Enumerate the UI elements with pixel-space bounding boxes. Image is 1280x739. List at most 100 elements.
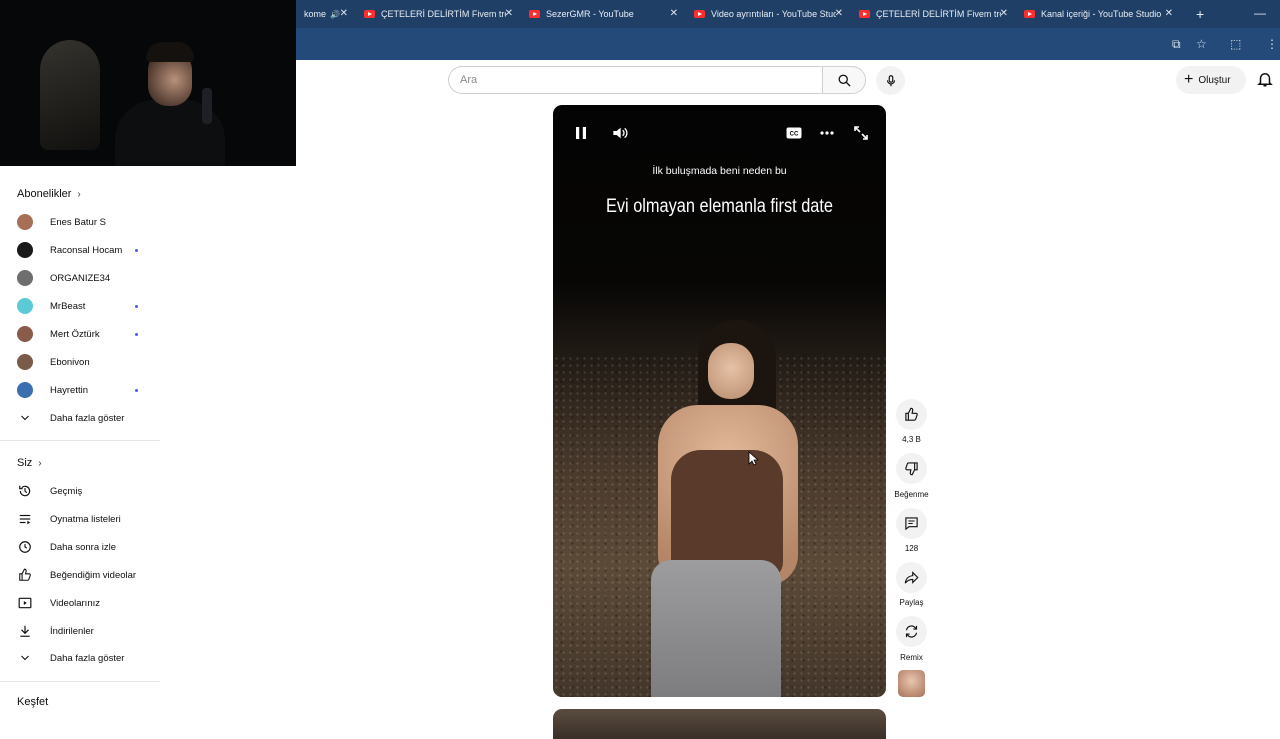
remix-label: Remix (900, 653, 923, 662)
browser-tab[interactable]: ÇETELERİ DELİRTİM Fivem troll...✕ (851, 0, 1016, 28)
browser-tab[interactable]: Kanal içeriği - YouTube Studio ✕ (1016, 0, 1181, 28)
explore-title: Keşfet (17, 696, 49, 708)
youtube-favicon-icon (364, 10, 375, 18)
browser-tab-title: kome (304, 9, 327, 19)
youtube-favicon-icon (859, 10, 870, 18)
show-more-subscriptions[interactable]: Daha fazla göster (0, 407, 160, 429)
avatar (17, 242, 33, 258)
pause-button[interactable] (573, 125, 589, 141)
sidebar-item[interactable]: Beğendiğim videolar (0, 564, 160, 586)
download-icon (17, 623, 33, 639)
close-tab-icon[interactable]: ✕ (670, 8, 678, 19)
subscription-item[interactable]: Mert Öztürk (0, 323, 160, 345)
video-caption-small: İlk buluşmada beni neden bu (652, 165, 787, 177)
subscription-item[interactable]: MrBeast (0, 295, 160, 317)
avatar (17, 270, 33, 286)
close-tab-icon[interactable]: ✕ (1000, 8, 1008, 19)
volume-icon (613, 127, 628, 139)
close-tab-icon[interactable]: ✕ (340, 8, 348, 19)
sidebar-item[interactable]: Daha sonra izle (0, 536, 160, 558)
subscription-item[interactable]: Enes Batur S (0, 211, 160, 233)
dislike-button[interactable] (896, 453, 927, 484)
browser-tab[interactable]: kome 🔊 ✕ (296, 0, 356, 28)
show-more-you[interactable]: Daha fazla göster (0, 647, 160, 669)
browser-tab[interactable]: SezerGMR - YouTube ✕ (521, 0, 686, 28)
bookmark-star-icon[interactable]: ☆ (1196, 37, 1207, 51)
subscription-label: Raconsal Hocam (50, 244, 123, 256)
video-person-face (708, 343, 754, 399)
remix-button[interactable] (896, 616, 927, 647)
explore-header: Keşfet (17, 696, 48, 708)
tab-audio-icon[interactable]: 🔊 (330, 10, 340, 19)
voice-search-button[interactable] (876, 66, 905, 95)
video-person-legs (651, 560, 781, 697)
avatar (17, 214, 33, 230)
like-button[interactable] (896, 399, 927, 430)
close-tab-icon[interactable]: ✕ (505, 8, 513, 19)
avatar (17, 382, 33, 398)
subscription-label: MrBeast (50, 300, 86, 312)
video-icon (17, 595, 33, 611)
menu-icon[interactable]: ⋮ (1266, 37, 1278, 51)
browser-tab-title: ÇETELERİ DELİRTİM Fivem troll... (876, 9, 1001, 19)
subscription-item[interactable]: ORGANIZE34 (0, 267, 160, 289)
sidebar-item-label: Daha sonra izle (50, 541, 117, 553)
share-button[interactable] (896, 562, 927, 593)
next-short-preview[interactable] (553, 709, 886, 739)
pause-icon (576, 127, 586, 139)
search-input[interactable]: Ara (448, 66, 823, 94)
sidebar-item-label: Videolarınız (50, 597, 100, 609)
create-label: Oluştur (1198, 74, 1231, 86)
volume-button[interactable] (612, 125, 628, 141)
share-label: Paylaş (899, 598, 924, 607)
comment-count: 128 (904, 544, 919, 553)
share-icon (904, 571, 919, 584)
new-content-dot (135, 304, 138, 308)
show-more-label: Daha fazla göster (50, 652, 125, 664)
youtube-favicon-icon (1024, 10, 1035, 18)
new-tab-button[interactable]: + (1196, 6, 1204, 22)
sidebar-item[interactable]: Geçmiş (0, 480, 160, 502)
fullscreen-button[interactable] (853, 125, 869, 141)
browser-tab[interactable]: Video ayrıntıları - YouTube Stud... ✕ (686, 0, 851, 28)
notifications-button[interactable] (1256, 70, 1276, 90)
browser-tab[interactable]: ÇETELERİ DELİRTİM Fivem troll...✕ (356, 0, 521, 28)
sound-thumbnail[interactable] (898, 670, 925, 697)
subscription-label: ORGANIZE34 (50, 272, 111, 284)
captions-button[interactable]: CC (786, 125, 802, 141)
create-button[interactable]: + Oluştur (1176, 66, 1246, 94)
new-content-dot (135, 388, 138, 392)
expand-icon (854, 126, 868, 140)
sidebar-item-label: Geçmiş (50, 485, 83, 497)
minimize-window-button[interactable]: — (1254, 6, 1266, 20)
chevron-down-icon (17, 650, 33, 666)
sidebar-item-label: Beğendiğim videolar (50, 569, 137, 581)
subscription-item[interactable]: Raconsal Hocam (0, 239, 160, 261)
sidebar-item[interactable]: Videolarınız (0, 592, 160, 614)
svg-text:CC: CC (790, 132, 799, 138)
remix-icon (905, 625, 918, 638)
comment-icon (905, 517, 918, 531)
plus-icon: + (1184, 71, 1194, 88)
subscription-item[interactable]: Hayrettin (0, 379, 160, 401)
playlist-icon (17, 511, 33, 527)
subscription-item[interactable]: Ebonivon (0, 351, 160, 373)
sidebar-item[interactable]: İndirilenler (0, 620, 160, 642)
webcam-person-hair (146, 42, 194, 62)
subscriptions-header[interactable]: Abonelikler › (17, 188, 81, 200)
search-button[interactable] (822, 66, 866, 94)
cast-icon[interactable]: ⧉ (1172, 37, 1181, 52)
comments-button[interactable] (896, 508, 927, 539)
thumbs-down-icon (905, 462, 918, 476)
close-tab-icon[interactable]: ✕ (835, 8, 843, 19)
subscription-label: Enes Batur S (50, 216, 106, 228)
sidebar-item[interactable]: Oynatma listeleri (0, 508, 160, 530)
close-tab-icon[interactable]: ✕ (1165, 8, 1173, 19)
webcam-chair (40, 40, 100, 150)
extensions-icon[interactable]: ⬚ (1230, 37, 1241, 51)
subscriptions-title: Abonelikler (17, 188, 72, 200)
you-header[interactable]: Siz › (17, 457, 42, 469)
short-video-player[interactable]: CC İlk buluşmada beni neden bu Evi olmay… (553, 105, 886, 697)
more-options-button[interactable] (819, 125, 835, 141)
avatar (17, 354, 33, 370)
